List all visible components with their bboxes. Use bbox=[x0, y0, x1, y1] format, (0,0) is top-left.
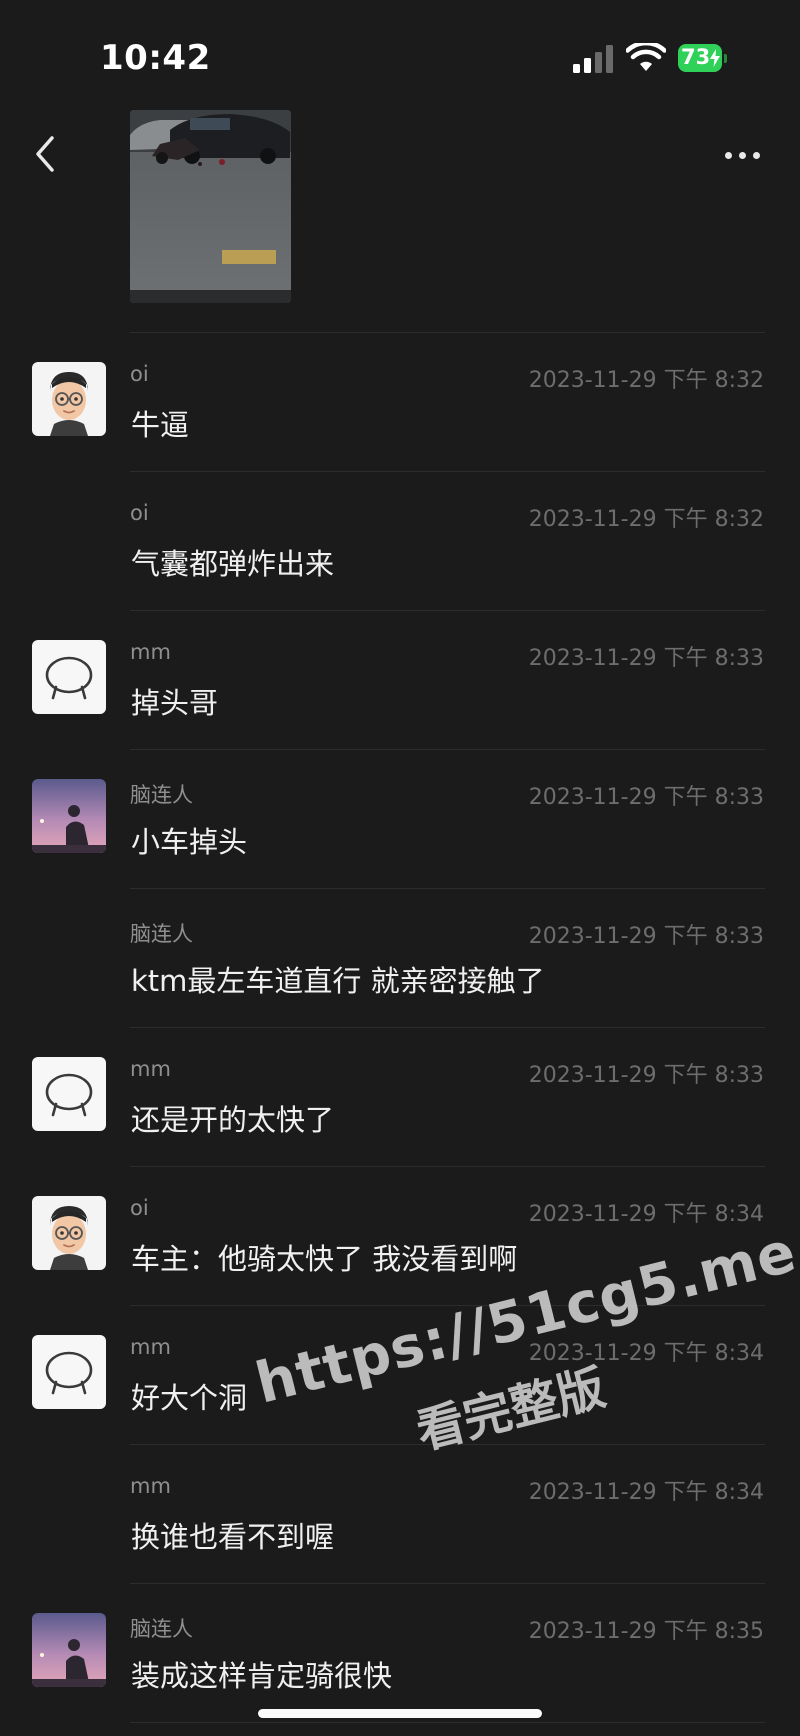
comment-sender[interactable]: mm bbox=[130, 1474, 171, 1498]
memoji-avatar-image bbox=[32, 1196, 106, 1270]
comment-text: 气囊都弹炸出来 bbox=[131, 547, 335, 581]
sunset-avatar-image bbox=[32, 1613, 106, 1687]
back-button[interactable] bbox=[30, 130, 70, 180]
post-image-thumbnail[interactable] bbox=[130, 110, 291, 303]
avatar[interactable] bbox=[32, 640, 106, 714]
comment-sender[interactable]: 脑连人 bbox=[130, 779, 193, 809]
wifi-icon bbox=[626, 43, 666, 71]
comment-timestamp: 2023-11-29 下午 8:32 bbox=[528, 368, 764, 393]
comment-timestamp: 2023-11-29 下午 8:33 bbox=[528, 646, 764, 671]
comment-text: 换谁也看不到喔 bbox=[131, 1520, 335, 1554]
comment-sender[interactable]: oi bbox=[130, 1196, 149, 1220]
comment-text: 牛逼 bbox=[131, 408, 190, 442]
avatar[interactable] bbox=[32, 1613, 106, 1687]
avatar[interactable] bbox=[32, 362, 106, 436]
comment-sender[interactable]: mm bbox=[130, 1057, 171, 1081]
comment-text: 车主：他骑太快了 我没看到啊 bbox=[131, 1242, 518, 1276]
battery-icon: 73 bbox=[678, 44, 728, 72]
chevron-left-icon bbox=[36, 136, 54, 172]
divider bbox=[130, 1722, 765, 1723]
comment-text: 小车掉头 bbox=[131, 825, 248, 859]
cellular-signal-icon bbox=[573, 45, 613, 73]
charging-bolt-icon bbox=[710, 49, 720, 67]
speech-bubble-avatar-image bbox=[32, 1057, 106, 1131]
comment-item[interactable]: oi 2023-11-29 下午 8:32 气囊都弹炸出来 bbox=[0, 471, 800, 609]
status-bar: 10:42 73 bbox=[0, 0, 800, 100]
battery-percent: 73 bbox=[681, 45, 711, 69]
speech-bubble-avatar-image bbox=[32, 1335, 106, 1409]
comment-item[interactable]: 脑连人 2023-11-29 下午 8:33 小车掉头 bbox=[0, 749, 800, 887]
comment-item[interactable]: 脑连人 2023-11-29 下午 8:33 ktm最左车道直行 就亲密接触了 bbox=[0, 888, 800, 1026]
avatar[interactable] bbox=[32, 1335, 106, 1409]
comment-timestamp: 2023-11-29 下午 8:33 bbox=[528, 924, 764, 949]
comment-text: ktm最左车道直行 就亲密接触了 bbox=[131, 964, 545, 998]
accident-scene-image bbox=[130, 110, 291, 303]
comment-text: 装成这样肯定骑很快 bbox=[131, 1659, 393, 1693]
comment-text: 好大个洞 bbox=[131, 1381, 248, 1415]
speech-bubble-avatar-image bbox=[32, 640, 106, 714]
avatar[interactable] bbox=[32, 779, 106, 853]
sunset-avatar-image bbox=[32, 779, 106, 853]
comment-item[interactable]: oi 2023-11-29 下午 8:32 牛逼 bbox=[0, 332, 800, 470]
more-options-button[interactable] bbox=[718, 140, 768, 170]
comment-item[interactable]: mm 2023-11-29 下午 8:33 掉头哥 bbox=[0, 610, 800, 748]
comment-timestamp: 2023-11-29 下午 8:32 bbox=[528, 507, 764, 532]
status-time: 10:42 bbox=[100, 38, 211, 78]
comment-sender[interactable]: 脑连人 bbox=[130, 918, 193, 948]
comment-timestamp: 2023-11-29 下午 8:33 bbox=[528, 785, 764, 810]
comment-item[interactable]: 脑连人 2023-11-29 下午 8:35 装成这样肯定骑很快 bbox=[0, 1583, 800, 1721]
avatar[interactable] bbox=[32, 1057, 106, 1131]
comment-timestamp: 2023-11-29 下午 8:35 bbox=[528, 1619, 764, 1644]
comment-sender[interactable]: 脑连人 bbox=[130, 1613, 193, 1643]
comment-sender[interactable]: oi bbox=[130, 362, 149, 386]
memoji-avatar-image bbox=[32, 362, 106, 436]
comment-item[interactable]: oi 2023-11-29 下午 8:34 车主：他骑太快了 我没看到啊 bbox=[0, 1166, 800, 1304]
ellipsis-icon bbox=[725, 152, 732, 159]
comment-text: 还是开的太快了 bbox=[131, 1103, 335, 1137]
comment-timestamp: 2023-11-29 下午 8:34 bbox=[528, 1341, 764, 1366]
comment-item[interactable]: mm 2023-11-29 下午 8:33 还是开的太快了 bbox=[0, 1027, 800, 1165]
avatar[interactable] bbox=[32, 1196, 106, 1270]
comment-timestamp: 2023-11-29 下午 8:34 bbox=[528, 1202, 764, 1227]
comment-text: 掉头哥 bbox=[131, 686, 219, 720]
comment-item[interactable]: mm 2023-11-29 下午 8:34 好大个洞 bbox=[0, 1305, 800, 1443]
comment-timestamp: 2023-11-29 下午 8:34 bbox=[528, 1480, 764, 1505]
comment-sender[interactable]: oi bbox=[130, 501, 149, 525]
home-indicator bbox=[258, 1709, 542, 1718]
comment-sender[interactable]: mm bbox=[130, 640, 171, 664]
comment-sender[interactable]: mm bbox=[130, 1335, 171, 1359]
comment-timestamp: 2023-11-29 下午 8:33 bbox=[528, 1063, 764, 1088]
comment-item[interactable]: mm 2023-11-29 下午 8:34 换谁也看不到喔 bbox=[0, 1444, 800, 1582]
